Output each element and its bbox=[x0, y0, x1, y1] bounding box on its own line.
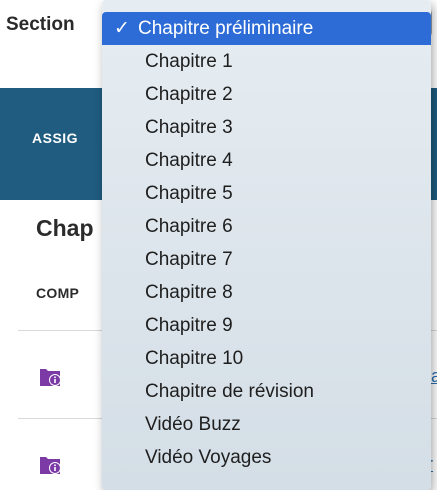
document-info-icon[interactable] bbox=[38, 452, 64, 476]
dropdown-option[interactable]: Vidéo Voyages bbox=[102, 441, 431, 474]
column-header: COMP bbox=[36, 285, 80, 301]
dropdown-option-label: Chapitre préliminaire bbox=[138, 18, 314, 39]
dropdown-option[interactable]: Chapitre 2 bbox=[102, 78, 431, 111]
document-info-icon[interactable] bbox=[38, 364, 64, 388]
dropdown-option[interactable]: Chapitre 3 bbox=[102, 111, 431, 144]
dropdown-option[interactable]: Chapitre 7 bbox=[102, 243, 431, 276]
dropdown-option[interactable]: Chapitre 1 bbox=[102, 45, 431, 78]
banner-title: ASSIG bbox=[32, 130, 79, 146]
section-label: Section bbox=[6, 14, 75, 35]
section-dropdown-menu: ✓ Chapitre préliminaire Chapitre 1 Chapit… bbox=[102, 0, 431, 490]
checkmark-icon: ✓ bbox=[114, 18, 130, 39]
dropdown-option[interactable]: Vidéo Buzz bbox=[102, 408, 431, 441]
dropdown-option[interactable]: Chapitre 8 bbox=[102, 276, 431, 309]
dropdown-option[interactable]: Chapitre de révision bbox=[102, 375, 431, 408]
dropdown-option-selected[interactable]: ✓ Chapitre préliminaire bbox=[102, 12, 431, 45]
dropdown-option[interactable]: Chapitre 10 bbox=[102, 342, 431, 375]
dropdown-option[interactable]: Chapitre 4 bbox=[102, 144, 431, 177]
dropdown-option[interactable]: Chapitre 5 bbox=[102, 177, 431, 210]
dropdown-option[interactable]: Chapitre 9 bbox=[102, 309, 431, 342]
dropdown-option[interactable]: Chapitre 6 bbox=[102, 210, 431, 243]
chapter-heading: Chap bbox=[36, 215, 94, 241]
